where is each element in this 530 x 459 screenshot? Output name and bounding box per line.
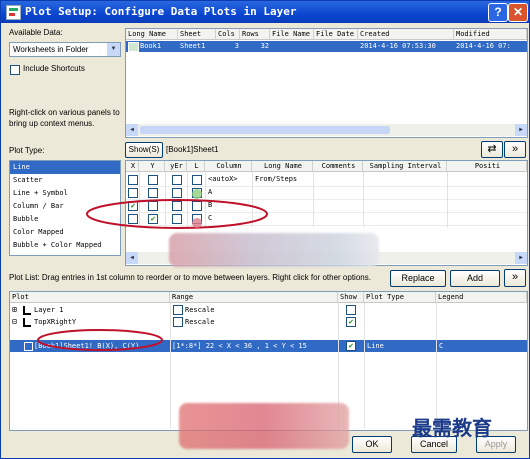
highlight-ellipse-plot <box>37 329 163 351</box>
cursor-marker-icon <box>192 189 202 199</box>
plot-setup-dialog: Plot Setup: Configure Data Plots in Laye… <box>0 0 530 459</box>
annotation-overlay <box>37 189 268 351</box>
cursor-marker-icon <box>192 218 202 228</box>
blur-overlay <box>169 233 379 267</box>
highlight-ellipse <box>86 199 268 229</box>
blur-overlay <box>179 403 349 449</box>
watermark-text: 最需教育 <box>412 416 492 440</box>
